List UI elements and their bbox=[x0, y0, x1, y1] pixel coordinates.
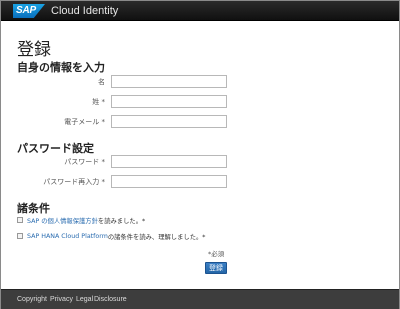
page-title: 登録 bbox=[17, 40, 51, 60]
footer-link-legal[interactable]: Legal bbox=[76, 296, 93, 303]
personal-info-heading: 自身の情報を入力 bbox=[17, 61, 105, 74]
password-heading: パスワード設定 bbox=[17, 142, 94, 155]
registration-form: 登録 自身の情報を入力 名 姓 * 電子メール * パスワード設定 パスワード … bbox=[1, 22, 399, 287]
hcp-terms-text: の諸条件を読み、理解しました。* bbox=[107, 233, 206, 241]
last-name-label: 姓 * bbox=[92, 98, 105, 106]
privacy-policy-link[interactable]: SAP の個人情報保護方針 bbox=[27, 216, 98, 225]
password-confirm-label: パスワード再入力 * bbox=[43, 178, 105, 186]
header-bar: SAP Cloud Identity bbox=[1, 1, 399, 21]
footer-link-copyright[interactable]: Copyright bbox=[17, 296, 47, 303]
terms-row-privacy: SAP の個人情報保護方針 を読みました。* bbox=[17, 215, 145, 225]
footer: Copyright Privacy Legal Disclosure bbox=[1, 289, 399, 309]
terms-heading: 諸条件 bbox=[17, 202, 50, 215]
last-name-input[interactable] bbox=[111, 95, 227, 108]
hcp-terms-link[interactable]: SAP HANA Cloud Platform bbox=[27, 233, 108, 240]
footer-link-disclosure[interactable]: Disclosure bbox=[94, 296, 127, 303]
hcp-terms-checkbox[interactable] bbox=[17, 233, 23, 239]
sap-logo: SAP bbox=[13, 4, 45, 18]
app-name: Cloud Identity bbox=[51, 5, 119, 17]
email-input[interactable] bbox=[111, 115, 227, 128]
browser-window: SAP Cloud Identity 登録 自身の情報を入力 名 姓 * 電子メ… bbox=[0, 0, 400, 309]
email-label: 電子メール * bbox=[64, 118, 105, 126]
password-confirm-input[interactable] bbox=[111, 175, 227, 188]
terms-row-hcp: SAP HANA Cloud Platform の諸条件を読み、理解しました。* bbox=[17, 231, 205, 241]
first-name-label: 名 bbox=[98, 78, 105, 86]
privacy-text: を読みました。* bbox=[97, 217, 146, 225]
password-input[interactable] bbox=[111, 155, 227, 168]
footer-link-privacy[interactable]: Privacy bbox=[50, 296, 73, 303]
privacy-checkbox[interactable] bbox=[17, 217, 23, 223]
password-label: パスワード * bbox=[64, 158, 105, 166]
first-name-input[interactable] bbox=[111, 75, 227, 88]
register-button[interactable]: 登録 bbox=[205, 262, 227, 274]
required-note: *必須 bbox=[208, 250, 225, 258]
